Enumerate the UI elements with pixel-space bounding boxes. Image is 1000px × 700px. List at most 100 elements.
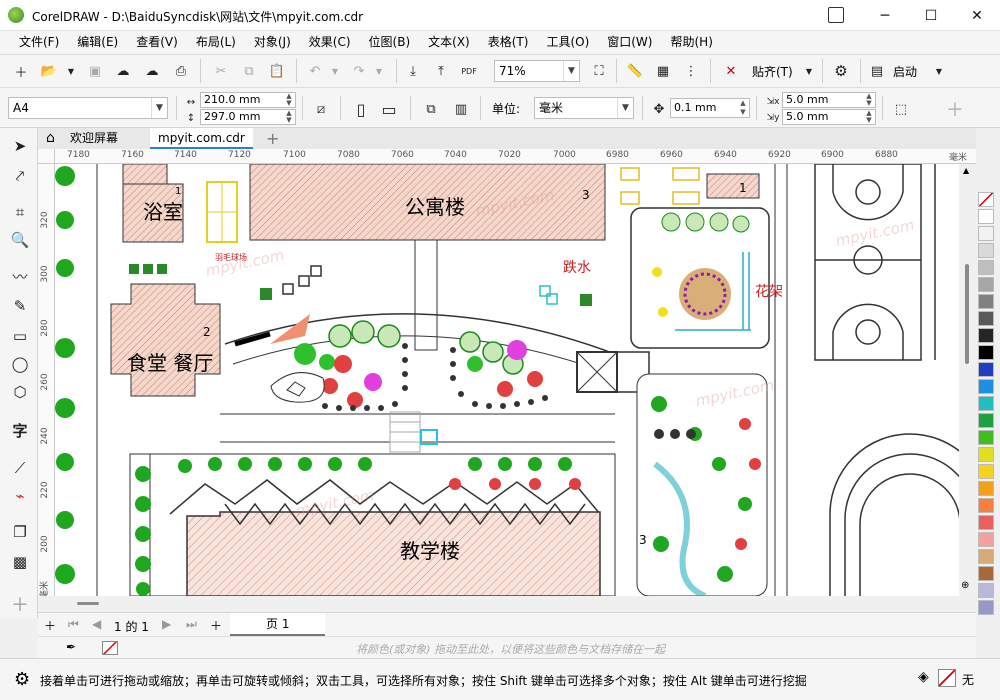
launch-label[interactable]: 启动	[893, 63, 917, 80]
zoom-tool-icon[interactable]: 🔍	[8, 228, 32, 252]
all-pages-icon[interactable]: ⧉	[420, 98, 442, 120]
palette-color-swatch[interactable]	[978, 328, 994, 343]
undo-icon[interactable]: ↶	[304, 60, 326, 82]
nudge-distance-input[interactable]: 0.1 mm ▲ ▼	[670, 98, 750, 118]
snap-off-icon[interactable]: ✕	[720, 60, 742, 82]
text-tool-icon[interactable]: 字	[8, 418, 32, 442]
duplicate-x-input[interactable]: 5.0 mm ▲ ▼	[782, 92, 876, 108]
palette-color-swatch[interactable]	[978, 430, 994, 445]
maximize-button[interactable]: ☐	[908, 0, 954, 31]
publish-pdf-icon[interactable]: PDF	[458, 60, 480, 82]
palette-color-swatch[interactable]	[978, 396, 994, 411]
artistic-media-icon[interactable]: ✎	[8, 294, 32, 318]
polygon-tool-icon[interactable]: ⬡	[8, 380, 32, 404]
menu-help[interactable]: 帮助(H)	[661, 31, 721, 54]
menu-effects[interactable]: 效果(C)	[300, 31, 360, 54]
export-icon[interactable]: ⤒	[430, 60, 452, 82]
palette-color-swatch[interactable]	[978, 226, 994, 241]
copy-icon[interactable]: ⧉	[238, 60, 260, 82]
page-size-select[interactable]: A4 ▼	[8, 97, 168, 119]
menu-view[interactable]: 查看(V)	[127, 31, 187, 54]
palette-color-swatch[interactable]	[978, 243, 994, 258]
import-icon[interactable]: ⤓	[402, 60, 424, 82]
palette-color-swatch[interactable]	[978, 345, 994, 360]
save-icon[interactable]: ▣	[84, 60, 106, 82]
palette-color-swatch[interactable]	[978, 583, 994, 598]
horizontal-scrollbar[interactable]	[55, 596, 959, 610]
tab-document[interactable]: mpyit.com.cdr	[150, 128, 253, 149]
page-layout-icon[interactable]: ⧄	[310, 98, 332, 120]
palette-color-swatch[interactable]	[978, 362, 994, 377]
full-screen-preview-icon[interactable]: ⛶	[588, 60, 610, 82]
current-page-icon[interactable]: ▥	[450, 98, 472, 120]
drawing-canvas[interactable]: 浴室 1 羽毛球场 公寓楼 3 食堂 餐厅 2 跌水 花架 1 教学楼 3 mp…	[55, 164, 959, 596]
vertical-scrollbar[interactable]: ▲ ⊕	[959, 164, 976, 596]
duplicate-y-input[interactable]: 5.0 mm ▲ ▼	[782, 109, 876, 125]
cut-icon[interactable]: ✂	[210, 60, 232, 82]
page-tab-1[interactable]: 页 1	[230, 613, 326, 636]
palette-color-swatch[interactable]	[978, 549, 994, 564]
crop-tool-icon[interactable]: ⌗	[8, 200, 32, 224]
cloud-upload-icon[interactable]: ☁	[141, 60, 163, 82]
home-icon[interactable]: ⌂	[38, 128, 62, 149]
redo-dropdown-icon[interactable]: ▼	[368, 60, 390, 82]
zoom-to-fit-icon[interactable]: ⊕	[961, 580, 969, 591]
palette-color-swatch[interactable]	[978, 379, 994, 394]
open-folder-icon[interactable]: 📂	[38, 60, 60, 82]
parallel-dimension-icon[interactable]: ⟋	[8, 456, 32, 480]
launch-dropdown-icon[interactable]: ▼	[928, 60, 950, 82]
first-page-icon[interactable]: ⏮	[68, 617, 79, 632]
palette-color-swatch[interactable]	[978, 277, 994, 292]
vertical-scroll-thumb[interactable]	[965, 264, 969, 364]
prev-page-icon[interactable]: ◀	[92, 617, 101, 631]
vertical-ruler[interactable]: 320 300 280 260 240 220 200 毫米	[38, 164, 55, 596]
spin-arrows-icon[interactable]: ▲ ▼	[863, 93, 875, 107]
ellipse-tool-icon[interactable]: ◯	[8, 352, 32, 376]
menu-window[interactable]: 窗口(W)	[598, 31, 661, 54]
status-gear-icon[interactable]: ⚙	[14, 669, 30, 690]
connector-tool-icon[interactable]: ⌁	[8, 484, 32, 508]
show-rulers-icon[interactable]: 📏	[624, 60, 646, 82]
landscape-icon[interactable]: ▭	[378, 98, 400, 120]
fill-none-swatch[interactable]	[938, 669, 956, 687]
menu-file[interactable]: 文件(F)	[10, 31, 68, 54]
undo-dropdown-icon[interactable]: ▼	[324, 60, 346, 82]
palette-color-swatch[interactable]	[978, 311, 994, 326]
show-guidelines-icon[interactable]: ⋮	[680, 60, 702, 82]
palette-color-swatch[interactable]	[978, 498, 994, 513]
palette-no-color-swatch[interactable]	[978, 192, 994, 207]
spin-arrows-icon[interactable]: ▲ ▼	[737, 99, 749, 117]
last-page-icon[interactable]: ⏭	[186, 617, 197, 632]
menu-object[interactable]: 对象(J)	[245, 31, 300, 54]
new-document-icon[interactable]: ＋	[10, 60, 32, 82]
options-gear-icon[interactable]: ⚙	[830, 60, 852, 82]
add-page-after-icon[interactable]: ＋	[210, 617, 222, 634]
print-icon[interactable]: ⎙	[170, 60, 192, 82]
menu-table[interactable]: 表格(T)	[479, 31, 538, 54]
menu-text[interactable]: 文本(X)	[419, 31, 479, 54]
close-button[interactable]: ✕	[954, 0, 1000, 31]
palette-color-swatch[interactable]	[978, 209, 994, 224]
palette-color-swatch[interactable]	[978, 600, 994, 615]
zoom-level-select[interactable]: 71% ▼	[494, 60, 580, 82]
menu-bitmaps[interactable]: 位图(B)	[360, 31, 420, 54]
next-page-icon[interactable]: ▶	[162, 617, 171, 631]
account-icon[interactable]	[828, 7, 844, 23]
add-page-before-icon[interactable]: ＋	[44, 617, 56, 634]
scroll-up-arrow-icon[interactable]: ▲	[963, 166, 969, 175]
page-height-input[interactable]: 297.0 mm ▲ ▼	[200, 109, 296, 125]
page-width-input[interactable]: 210.0 mm ▲ ▼	[200, 92, 296, 108]
eyedropper-icon[interactable]: ✒	[66, 640, 76, 654]
palette-color-swatch[interactable]	[978, 413, 994, 428]
freehand-tool-icon[interactable]: 〰	[8, 264, 32, 288]
tab-welcome[interactable]: 欢迎屏幕	[62, 128, 126, 149]
open-dropdown-icon[interactable]: ▼	[60, 60, 82, 82]
page-border-icon[interactable]: ⬚	[890, 98, 912, 120]
no-color-swatch[interactable]	[102, 641, 118, 655]
drop-shadow-icon[interactable]: ❐	[8, 520, 32, 544]
menu-edit[interactable]: 编辑(E)	[68, 31, 127, 54]
menu-tools[interactable]: 工具(O)	[537, 31, 598, 54]
shape-tool-icon[interactable]: ⤤	[8, 164, 32, 188]
add-tab-button[interactable]: +	[258, 128, 287, 149]
add-icon[interactable]: ＋	[944, 98, 966, 121]
